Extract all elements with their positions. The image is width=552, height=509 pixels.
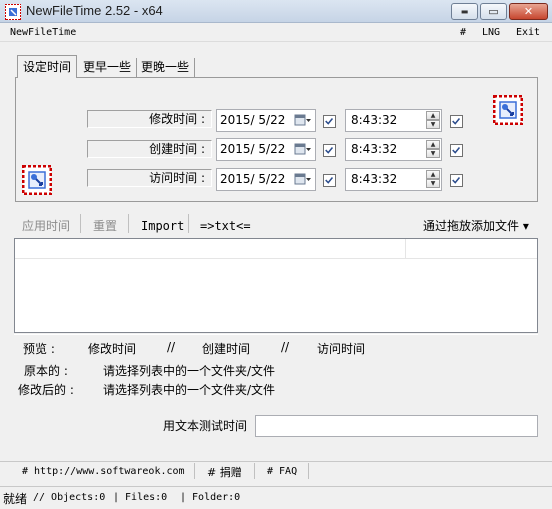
accessed-date-value: 2015/ 5/22 (220, 172, 286, 186)
menu-bar (0, 23, 552, 42)
modified-after-label: 修改后的 : (18, 383, 74, 397)
modified-date-value: 2015/ 5/22 (220, 113, 286, 127)
accessed-time-value: 8:43:32 (351, 172, 398, 186)
export-txt-button[interactable]: =>txt<= (200, 219, 251, 233)
menu-app-name[interactable]: NewFileTime (10, 27, 76, 38)
tab-set-time[interactable]: 设定时间 (17, 55, 78, 78)
spin-up-icon[interactable]: ▲ (426, 111, 440, 120)
modified-after-value: 请选择列表中的一个文件夹/文件 (103, 383, 276, 397)
preview-accessed-header: 访问时间 (317, 342, 366, 356)
toolbar-divider (128, 214, 129, 233)
faq-link[interactable]: # FAQ (267, 466, 297, 477)
donate-link[interactable]: # 捐赠 (207, 464, 242, 480)
footer-divider (308, 463, 309, 479)
preview-created-header: 创建时间 (202, 342, 251, 356)
tab-later[interactable]: 更晚一些 (136, 58, 196, 77)
spin-down-icon[interactable]: ▼ (426, 120, 440, 129)
time-spinner[interactable]: ▲ ▼ (426, 140, 440, 159)
status-ready: 就绪 (3, 492, 28, 506)
footer-divider (254, 463, 255, 479)
preview-modified-header: 修改时间 (88, 342, 137, 356)
column-divider[interactable] (405, 239, 406, 259)
original-value: 请选择列表中的一个文件夹/文件 (103, 364, 276, 378)
reset-button[interactable]: 重置 (93, 217, 117, 234)
spin-up-icon[interactable]: ▲ (426, 170, 440, 179)
preview-label: 预览 : (23, 342, 55, 356)
menu-language[interactable]: LNG (482, 27, 500, 38)
original-label: 原本的 : (24, 364, 68, 378)
created-time-label: 创建时间 : (87, 140, 212, 158)
apply-time-button[interactable]: 应用时间 (22, 217, 70, 234)
menu-hash[interactable]: # (460, 27, 466, 38)
accessed-time-label: 访问时间 : (87, 169, 212, 187)
modified-time-input[interactable]: 8:43:32 ▲ ▼ (345, 109, 442, 132)
maximize-button[interactable]: ▭ (480, 3, 507, 20)
close-button[interactable]: ✕ (509, 3, 548, 20)
tab-earlier[interactable]: 更早一些 (78, 58, 138, 77)
modified-time-checkbox[interactable] (450, 115, 463, 128)
website-link[interactable]: # http://www.softwareok.com (22, 466, 185, 477)
menu-exit[interactable]: Exit (516, 27, 540, 38)
accessed-time-input[interactable]: 8:43:32 ▲ ▼ (345, 168, 442, 191)
test-time-input[interactable] (255, 415, 538, 437)
app-icon (5, 4, 21, 20)
created-time-checkbox[interactable] (450, 144, 463, 157)
modified-time-label: 修改时间 : (87, 110, 212, 128)
calendar-dropdown-icon[interactable] (294, 113, 312, 128)
footer-divider (194, 463, 195, 479)
created-date-checkbox[interactable] (323, 144, 336, 157)
toolbar-divider (80, 214, 81, 233)
file-list[interactable] (14, 238, 538, 333)
spin-down-icon[interactable]: ▼ (426, 179, 440, 188)
file-time-icon-right[interactable] (493, 95, 523, 125)
created-time-input[interactable]: 8:43:32 ▲ ▼ (345, 138, 442, 161)
calendar-dropdown-icon[interactable] (294, 142, 312, 157)
status-folder: | Folder:0 (180, 492, 241, 503)
status-files: | Files:0 (113, 492, 168, 503)
minimize-icon: ▬ (460, 7, 469, 16)
accessed-time-checkbox[interactable] (450, 174, 463, 187)
time-spinner[interactable]: ▲ ▼ (426, 111, 440, 130)
maximize-icon: ▭ (488, 5, 499, 18)
modified-time-value: 8:43:32 (351, 113, 398, 127)
created-date-picker[interactable]: 2015/ 5/22 (216, 138, 316, 161)
preview-separator: // (167, 340, 176, 354)
time-spinner[interactable]: ▲ ▼ (426, 170, 440, 189)
created-time-value: 8:43:32 (351, 142, 398, 156)
accessed-date-picker[interactable]: 2015/ 5/22 (216, 168, 316, 191)
list-header[interactable] (15, 239, 537, 259)
minimize-button[interactable]: ▬ (451, 3, 478, 20)
toolbar-divider (188, 214, 189, 233)
window-title: NewFileTime 2.52 - x64 (26, 3, 163, 18)
spin-up-icon[interactable]: ▲ (426, 140, 440, 149)
drag-drop-add-dropdown[interactable]: 通过拖放添加文件 ▾ (423, 217, 529, 234)
close-icon: ✕ (523, 5, 534, 18)
modified-date-checkbox[interactable] (323, 115, 336, 128)
file-time-icon-left[interactable] (22, 165, 52, 195)
import-button[interactable]: Import (141, 219, 184, 233)
spin-down-icon[interactable]: ▼ (426, 149, 440, 158)
modified-date-picker[interactable]: 2015/ 5/22 (216, 109, 316, 132)
preview-separator: // (281, 340, 290, 354)
calendar-dropdown-icon[interactable] (294, 172, 312, 187)
accessed-date-checkbox[interactable] (323, 174, 336, 187)
title-bar[interactable]: NewFileTime 2.52 - x64 ▬ ▭ ✕ (0, 0, 552, 23)
created-date-value: 2015/ 5/22 (220, 142, 286, 156)
status-objects: // Objects:0 (33, 492, 106, 503)
test-time-label: 用文本测试时间 (163, 419, 248, 433)
